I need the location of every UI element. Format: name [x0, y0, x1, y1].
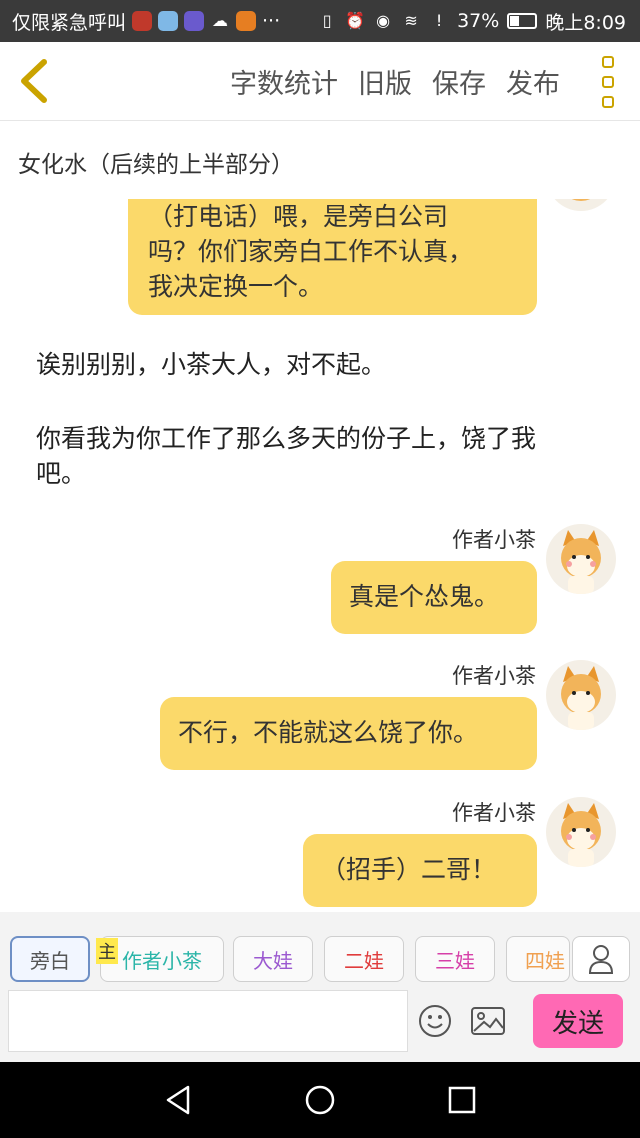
bubble-line: （打电话）喂，是旁白公司 [148, 202, 449, 231]
menu-dot-icon [602, 76, 614, 88]
system-nav-bar [0, 1062, 640, 1138]
nav-back-icon[interactable] [160, 1082, 196, 1118]
shiba-avatar-icon [561, 530, 601, 594]
app-notification-icon [132, 11, 153, 31]
bubble-text: 真是个怂鬼。 [349, 582, 500, 611]
bubble-line: 我决定换一个。 [148, 272, 324, 301]
input-bar: 发送 [0, 984, 640, 1062]
author-name: 作者小茶 [452, 801, 536, 825]
nav-recents-icon[interactable] [444, 1082, 480, 1118]
shiba-avatar-icon [571, 199, 591, 201]
character-chip-label: 大娃 [253, 948, 293, 973]
image-button[interactable] [470, 1004, 506, 1038]
app-notification-icon [184, 11, 205, 31]
more-menu-button[interactable] [598, 56, 618, 108]
character-chip-siwa[interactable]: 四娃 [506, 936, 570, 982]
send-button[interactable]: 发送 [533, 994, 623, 1048]
avatar[interactable] [546, 524, 616, 594]
battery-icon [507, 13, 538, 29]
menu-dot-icon [602, 96, 614, 108]
chat-bubble[interactable]: 不行，不能就这么饶了你。 [160, 697, 537, 770]
nav-home-icon[interactable] [302, 1082, 338, 1118]
word-count-button[interactable]: 字数统计 [230, 62, 338, 101]
user-icon [588, 945, 614, 974]
avatar[interactable] [546, 660, 616, 730]
chat-bubble[interactable]: 真是个怂鬼。 [331, 561, 537, 634]
bubble-text: （招手）二哥！ [321, 855, 497, 884]
character-manage-button[interactable] [572, 936, 630, 982]
emoji-button[interactable] [418, 1004, 452, 1038]
narration-line: 你看我为你工作了那么多天的份子上，饶了我 [36, 424, 537, 453]
chat-bubble[interactable]: （招手）二哥！ [303, 834, 537, 907]
bubble-line: 吗？你们家旁白工作不认真， [148, 237, 474, 266]
character-chip-author[interactable]: 作者小茶 [100, 936, 224, 982]
host-badge: 主 [96, 938, 118, 964]
author-name: 作者小茶 [452, 528, 536, 552]
character-chip-label: 三娃 [435, 948, 475, 973]
author-name: 作者小茶 [452, 664, 536, 688]
old-version-button[interactable]: 旧版 [358, 62, 412, 101]
send-button-label: 发送 [551, 1008, 604, 1039]
alarm-icon: ⏰ [345, 11, 366, 30]
app-notification-icon [236, 11, 257, 31]
clock: 晚上8:09 [545, 11, 626, 34]
eye-icon: ◉ [376, 11, 391, 30]
cloud-icon: ☁ [212, 11, 229, 30]
character-chip-label: 二娃 [344, 948, 384, 973]
top-toolbar: 字数统计 旧版 保存 发布 [0, 42, 640, 121]
image-icon [471, 1007, 505, 1035]
character-chip-erwa[interactable]: 二娃 [324, 936, 404, 982]
publish-button[interactable]: 发布 [506, 62, 560, 101]
character-chip-sanwa[interactable]: 三娃 [415, 936, 495, 982]
character-chip-label: 作者小茶 [122, 948, 202, 973]
status-bar: 仅限紧急呼叫 ☁ ··· ▯ ⏰ ◉ ≋ ! 37% 晚上8:09 [0, 0, 640, 42]
story-title: 女化水（后续的上半部分） [18, 152, 294, 178]
battery-percent: 37% [457, 10, 500, 32]
story-title-bar[interactable]: 女化水（后续的上半部分） [0, 121, 640, 200]
vibrate-icon: ▯ [322, 11, 332, 30]
shiba-avatar-icon [561, 803, 601, 867]
narration-text[interactable]: 你看我为你工作了那么多天的份子上，饶了我 吧。 [36, 421, 616, 491]
bubble-text: 不行，不能就这么饶了你。 [178, 718, 479, 747]
smiley-icon [419, 1005, 451, 1037]
character-chip-label: 旁白 [30, 948, 70, 973]
narration-line: 吧。 [36, 459, 87, 488]
menu-dot-icon [602, 56, 614, 68]
narration-text[interactable]: 诶别别别，小茶大人，对不起。 [36, 347, 386, 382]
back-button[interactable] [14, 56, 58, 106]
battery-alert-icon: ! [435, 11, 443, 30]
wifi-icon: ≋ [404, 11, 418, 30]
shiba-avatar-icon [561, 666, 601, 730]
chat-bubble[interactable]: （打电话）喂，是旁白公司 吗？你们家旁白工作不认真， 我决定换一个。 [128, 199, 537, 315]
character-chip-narrator[interactable]: 旁白 [10, 936, 90, 982]
avatar[interactable] [546, 199, 616, 211]
avatar[interactable] [546, 797, 616, 867]
save-button[interactable]: 保存 [432, 62, 486, 101]
app-notification-icon [158, 11, 179, 31]
message-input[interactable] [8, 990, 408, 1052]
more-notifications-icon: ··· [262, 10, 281, 32]
character-chip-label: 四娃 [525, 948, 565, 973]
chat-content[interactable]: （打电话）喂，是旁白公司 吗？你们家旁白工作不认真， 我决定换一个。 诶别别别，… [0, 199, 640, 912]
character-chip-dawa[interactable]: 大娃 [233, 936, 313, 982]
chevron-left-icon [21, 59, 47, 103]
carrier-text: 仅限紧急呼叫 [12, 11, 127, 34]
